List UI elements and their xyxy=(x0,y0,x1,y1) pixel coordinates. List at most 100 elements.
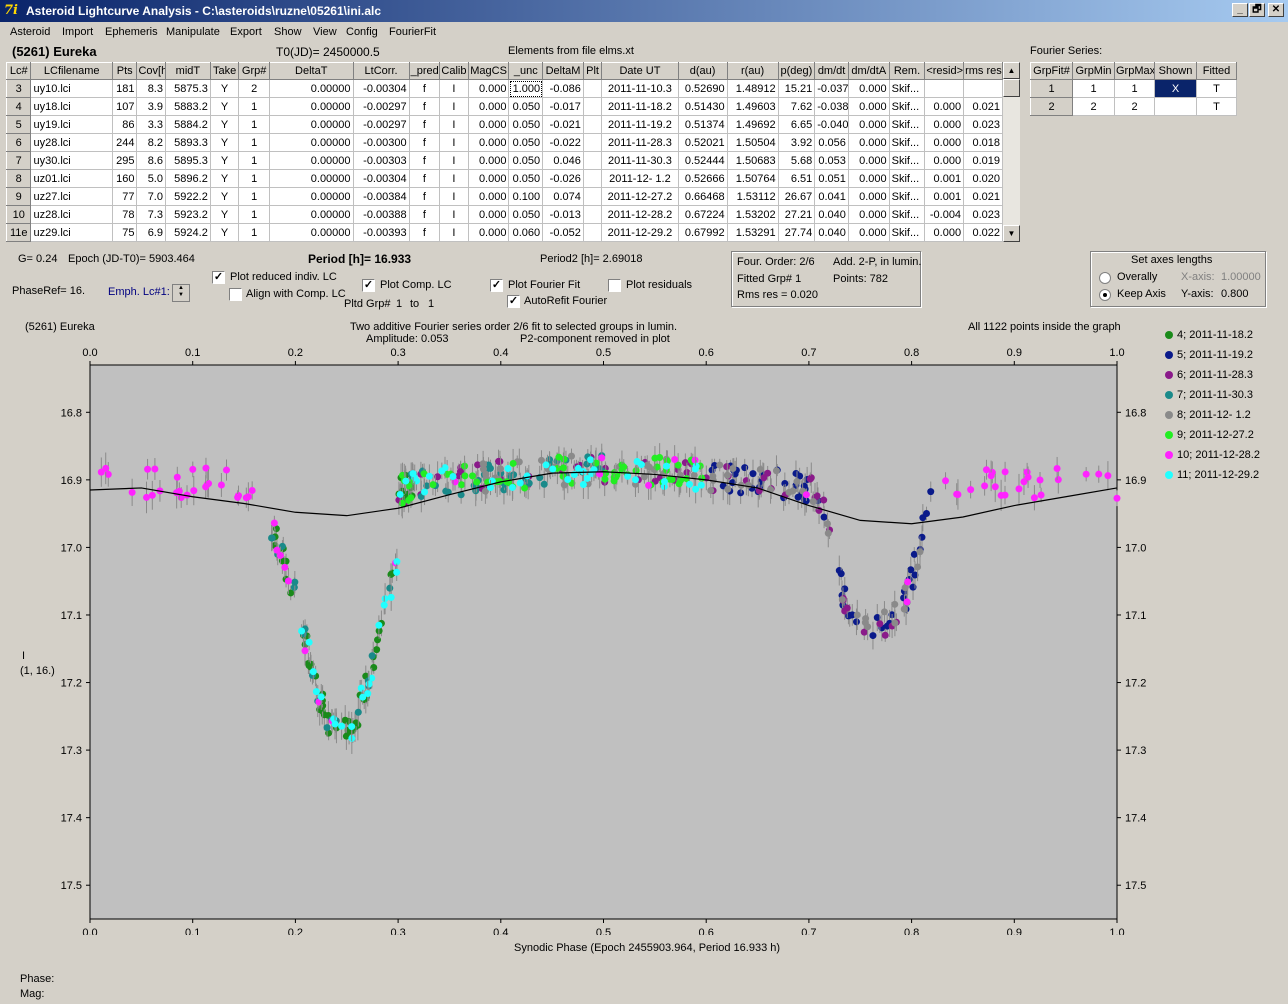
table-cell[interactable]: uy28.lci xyxy=(30,133,113,152)
table-cell[interactable]: 0.000 xyxy=(847,187,890,206)
table-cell[interactable]: 26.67 xyxy=(777,187,816,206)
table-cell[interactable] xyxy=(582,187,603,206)
table-cell[interactable]: 0.000 xyxy=(467,205,510,224)
table-cell[interactable]: -0.040 xyxy=(814,115,849,134)
table-cell[interactable]: 0.050 xyxy=(508,133,544,152)
menu-asteroid[interactable]: Asteroid xyxy=(10,26,50,38)
column-header[interactable]: midT xyxy=(164,62,211,80)
table-cell[interactable]: 1.49692 xyxy=(726,115,779,134)
table-cell[interactable]: 7.0 xyxy=(136,187,166,206)
fourier-cell[interactable] xyxy=(1154,97,1197,116)
scroll-up-icon[interactable]: ▲ xyxy=(1003,62,1020,79)
table-cell[interactable]: -0.00297 xyxy=(352,97,410,116)
table-cell[interactable]: -0.00300 xyxy=(352,133,410,152)
table-cell[interactable]: 0.67992 xyxy=(677,223,728,242)
table-cell[interactable]: 2011-11-10.3 xyxy=(601,79,679,98)
table-cell[interactable]: 86 xyxy=(111,115,138,134)
table-cell[interactable]: 0.050 xyxy=(508,169,544,188)
table-cell[interactable]: 0.00000 xyxy=(268,187,354,206)
table-cell[interactable]: 0.66468 xyxy=(677,187,728,206)
table-cell[interactable]: 6.9 xyxy=(136,223,166,242)
table-cell[interactable]: Y xyxy=(209,223,240,242)
lightcurve-plot-panel[interactable]: (5261) Eureka Two additive Fourier serie… xyxy=(20,315,1268,967)
column-header[interactable]: r(au) xyxy=(726,62,779,80)
table-row[interactable]: 8 uz01.lci 160 5.0 5896.2 Y 1 0.00000 -0.00304 f I… xyxy=(5,169,1003,188)
table-cell[interactable]: f xyxy=(408,79,441,98)
table-cell[interactable]: 0.000 xyxy=(847,133,890,152)
table-cell[interactable]: -0.00388 xyxy=(352,205,410,224)
table-cell[interactable]: 0.00000 xyxy=(268,169,354,188)
row-header[interactable]: 10 xyxy=(5,205,32,224)
table-cell[interactable]: uy30.lci xyxy=(30,151,113,170)
column-header[interactable]: _unc xyxy=(508,62,544,80)
table-cell[interactable]: Y xyxy=(209,97,240,116)
column-header[interactable]: Calib xyxy=(439,62,469,80)
table-cell[interactable] xyxy=(582,169,603,188)
table-cell[interactable]: 5.68 xyxy=(777,151,816,170)
table-cell[interactable]: 0.000 xyxy=(467,151,510,170)
table-cell[interactable]: 0.000 xyxy=(847,151,890,170)
table-cell[interactable]: 0.000 xyxy=(924,133,965,152)
column-header[interactable]: DeltaT xyxy=(268,62,354,80)
table-cell[interactable]: 0.52666 xyxy=(677,169,728,188)
table-cell[interactable]: 6.65 xyxy=(777,115,816,134)
table-cell[interactable]: 3.92 xyxy=(777,133,816,152)
table-cell[interactable]: 8.6 xyxy=(136,151,166,170)
table-cell[interactable]: 0.51374 xyxy=(677,115,728,134)
column-header[interactable]: Pts xyxy=(111,62,138,80)
table-cell[interactable]: f xyxy=(408,151,441,170)
table-cell[interactable] xyxy=(582,115,603,134)
column-header[interactable]: d(au) xyxy=(677,62,728,80)
fourier-row[interactable]: 111XT xyxy=(1030,79,1237,98)
table-cell[interactable]: 1 xyxy=(238,133,270,152)
table-cell[interactable] xyxy=(582,205,603,224)
table-cell[interactable]: 5896.2 xyxy=(164,169,211,188)
table-cell[interactable]: 7.62 xyxy=(777,97,816,116)
column-header[interactable]: LCfilename xyxy=(30,62,113,80)
overally-radio[interactable] xyxy=(1099,272,1111,284)
x-axis-value[interactable]: 1.00000 xyxy=(1221,271,1261,283)
table-cell[interactable]: 1 xyxy=(238,151,270,170)
table-cell[interactable]: f xyxy=(408,169,441,188)
table-cell[interactable]: 0.046 xyxy=(542,151,584,170)
table-cell[interactable]: 0.100 xyxy=(508,187,544,206)
table-cell[interactable]: 5.0 xyxy=(136,169,166,188)
y-axis-value[interactable]: 0.800 xyxy=(1221,288,1249,300)
table-cell[interactable]: 0.021 xyxy=(963,187,1003,206)
fourier-cell[interactable]: 2 xyxy=(1072,97,1115,116)
table-cell[interactable]: Skif... xyxy=(888,115,926,134)
table-cell[interactable]: 5923.2 xyxy=(164,205,211,224)
table-cell[interactable]: 0.001 xyxy=(924,169,965,188)
fourier-cell[interactable]: X xyxy=(1154,79,1197,98)
fourier-series-table[interactable]: GrpFit# GrpMin GrpMax Shown Fitted 111XT222T xyxy=(1030,62,1237,116)
table-cell[interactable]: 77 xyxy=(111,187,138,206)
table-cell[interactable]: 78 xyxy=(111,205,138,224)
table-cell[interactable]: I xyxy=(439,187,469,206)
column-header[interactable]: Lc# xyxy=(5,62,32,80)
maximize-button[interactable]: 🗗 xyxy=(1249,3,1265,17)
column-header[interactable]: LtCorr. xyxy=(352,62,410,80)
menu-view[interactable]: View xyxy=(313,26,337,38)
table-cell[interactable]: 8.2 xyxy=(136,133,166,152)
table-cell[interactable]: 0.074 xyxy=(542,187,584,206)
table-cell[interactable]: 0.00000 xyxy=(268,79,354,98)
table-cell[interactable]: 0.000 xyxy=(924,223,965,242)
table-cell[interactable]: -0.013 xyxy=(542,205,584,224)
table-cell[interactable] xyxy=(582,97,603,116)
table-cell[interactable] xyxy=(582,151,603,170)
table-cell[interactable]: -0.037 xyxy=(814,79,849,98)
table-cell[interactable]: 6.51 xyxy=(777,169,816,188)
table-cell[interactable]: f xyxy=(408,97,441,116)
column-header[interactable]: p(deg) xyxy=(777,62,816,80)
menu-config[interactable]: Config xyxy=(346,26,378,38)
table-cell[interactable]: 0.000 xyxy=(847,223,890,242)
lightcurve-table[interactable]: Lc#LCfilenamePtsCov[h]midTTakeGrp#DeltaT… xyxy=(5,62,1003,242)
table-cell[interactable]: I xyxy=(439,223,469,242)
table-cell[interactable]: 0.000 xyxy=(847,205,890,224)
table-cell[interactable]: uy18.lci xyxy=(30,97,113,116)
row-header[interactable]: 3 xyxy=(5,79,32,98)
table-cell[interactable]: 7.3 xyxy=(136,205,166,224)
menu-show[interactable]: Show xyxy=(274,26,302,38)
table-cell[interactable]: 5875.3 xyxy=(164,79,211,98)
table-cell[interactable]: 2011-12-29.2 xyxy=(601,223,679,242)
